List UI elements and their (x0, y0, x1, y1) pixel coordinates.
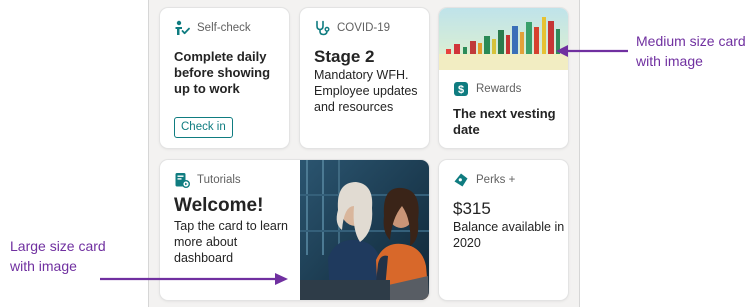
card-category: Tutorials (197, 174, 241, 186)
stethoscope-icon (316, 20, 330, 36)
card-title: Stage 2 (314, 47, 375, 66)
tutorial-photo-image (300, 160, 429, 300)
card-category: Self-check (197, 22, 251, 34)
annotation-large-card: Large size card with image (10, 238, 106, 274)
card-category: Perks + (476, 174, 516, 186)
card-header: Self-check (174, 20, 251, 36)
card-header: Perks + (453, 172, 515, 188)
card-title: Welcome! (174, 195, 264, 216)
tutorials-card[interactable]: Tutorials Welcome! Tap the card to learn… (160, 160, 429, 300)
tutorial-book-icon (175, 173, 190, 188)
rewards-bar-chart-image (439, 8, 568, 70)
self-check-card[interactable]: Self-check Complete daily before showing… (160, 8, 289, 148)
card-header: $ Rewards (453, 81, 521, 97)
svg-text:$: $ (458, 84, 464, 96)
perks-gift-icon (454, 173, 468, 187)
card-header: COVID-19 (314, 20, 390, 36)
card-category: Rewards (476, 83, 522, 95)
card-header: Tutorials (174, 172, 241, 188)
card-title: Complete daily before showing up to work (174, 49, 271, 96)
card-title: $315 (453, 199, 491, 218)
annotation-medium-card: Medium size card with image (636, 33, 746, 69)
person-check-icon (175, 20, 190, 35)
card-body: Tap the card to learn more about dashboa… (174, 219, 288, 265)
perks-card[interactable]: Perks + $315 Balance available in 2020 (439, 160, 568, 300)
dollar-sign-icon: $ (454, 82, 468, 96)
rewards-card[interactable]: $ Rewards The next vesting date (439, 8, 568, 148)
covid-card[interactable]: COVID-19 Stage 2 Mandatory WFH. Employee… (300, 8, 429, 148)
card-category: COVID-19 (337, 22, 391, 34)
card-body: Mandatory WFH. Employee updates and reso… (314, 68, 418, 114)
check-in-button[interactable]: Check in (174, 117, 233, 138)
card-body: Balance available in 2020 (453, 220, 565, 250)
card-title: The next vesting date (453, 106, 556, 137)
